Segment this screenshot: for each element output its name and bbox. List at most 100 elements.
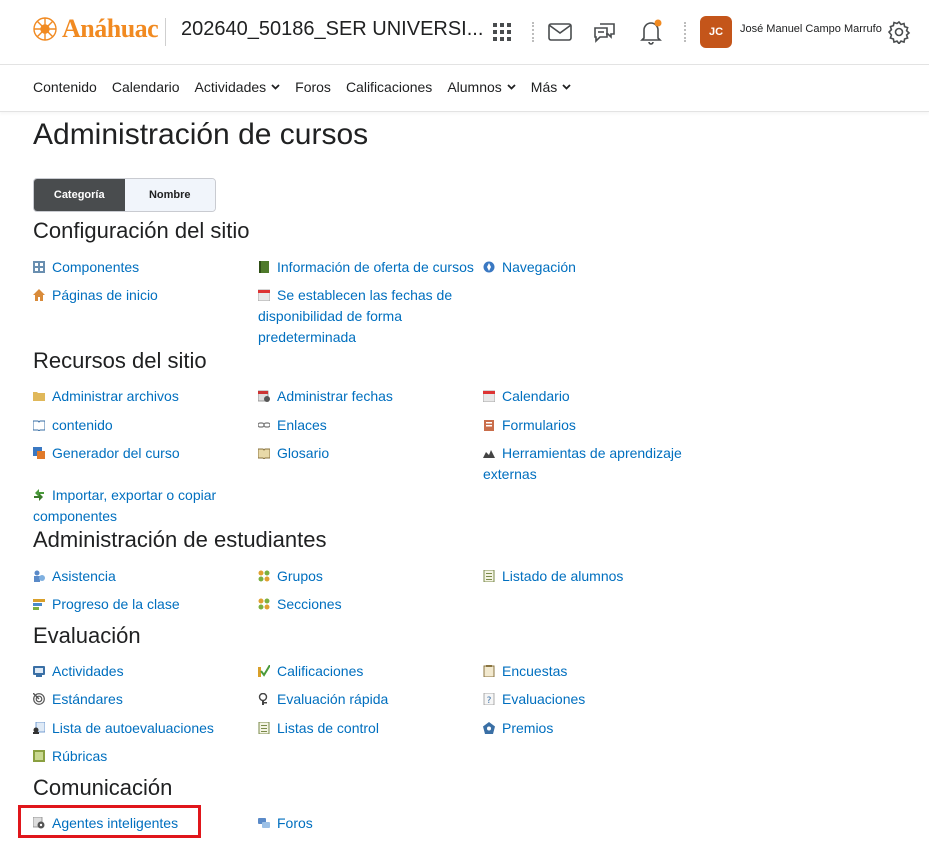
nav-item-actividades[interactable]: Actividades	[195, 79, 281, 95]
calendar-icon	[258, 289, 270, 301]
tool-listado-alumnos[interactable]: Listado de alumnos	[483, 566, 708, 587]
grid-icon[interactable]	[488, 18, 516, 46]
tool-enlaces[interactable]: Enlaces	[258, 415, 483, 436]
anahuac-logo[interactable]: Anáhuac	[32, 14, 159, 44]
tool-label: Actividades	[52, 663, 124, 679]
bell-icon[interactable]	[637, 18, 665, 46]
tool-label: Secciones	[277, 596, 342, 612]
calendar-gear-icon	[258, 390, 270, 402]
tool-secciones[interactable]: Secciones	[258, 594, 483, 615]
nav-label: Foros	[295, 79, 331, 95]
sections-icon	[258, 598, 270, 610]
tool-actividades[interactable]: Actividades	[33, 661, 258, 682]
checklist-icon	[258, 722, 270, 734]
tool-glosario[interactable]: Glosario	[258, 443, 483, 464]
tool-calificaciones[interactable]: Calificaciones	[258, 661, 483, 682]
tool-evaluaciones[interactable]: ? Evaluaciones	[483, 689, 708, 710]
tool-label: Calificaciones	[277, 663, 364, 679]
tool-premios[interactable]: Premios	[483, 718, 708, 739]
tool-progreso-clase[interactable]: Progreso de la clase	[33, 594, 258, 615]
view-toggle: Categoría Nombre	[33, 178, 216, 212]
chevron-down-icon	[562, 84, 571, 90]
tool-asistencia[interactable]: Asistencia	[33, 566, 258, 587]
nav-label: Más	[530, 79, 558, 95]
tool-administrar-archivos[interactable]: Administrar archivos	[33, 386, 258, 407]
header-separator	[532, 22, 536, 42]
section-title-communication: Comunicación	[33, 775, 173, 800]
avatar[interactable]: JC	[700, 16, 732, 48]
tool-label: Listado de alumnos	[502, 568, 624, 584]
tool-label: Listas de control	[277, 720, 379, 736]
nav-label: Alumnos	[447, 79, 502, 95]
award-icon	[483, 722, 495, 734]
tool-label: Foros	[277, 815, 313, 831]
tool-paginas-inicio[interactable]: Páginas de inicio	[33, 285, 258, 306]
mail-icon[interactable]	[546, 18, 574, 46]
tool-label: Se establecen las fechas de disponibilid…	[258, 287, 453, 345]
tool-administrar-fechas[interactable]: Administrar fechas	[258, 386, 483, 407]
section-title-evaluation: Evaluación	[33, 623, 141, 648]
attendance-icon	[34, 570, 45, 582]
tool-label: Enlaces	[277, 417, 327, 433]
nav-item-calendario[interactable]: Calendario	[112, 79, 180, 95]
svg-text:?: ?	[487, 696, 492, 705]
gear-icon[interactable]	[885, 18, 913, 46]
tool-grupos[interactable]: Grupos	[258, 566, 483, 587]
grades-icon	[258, 665, 270, 677]
tool-herramientas-externas[interactable]: Herramientas de aprendizaje externas	[483, 443, 708, 485]
nav-label: Calendario	[111, 79, 180, 95]
nav-item-calificaciones[interactable]: Calificaciones	[346, 79, 432, 95]
chat-icon[interactable]	[591, 18, 619, 46]
logo-text: Anáhuac	[62, 14, 159, 43]
tool-label: Encuestas	[502, 663, 568, 679]
nav-label: Actividades	[194, 79, 267, 95]
external-tools-icon	[483, 450, 495, 458]
tool-lista-autoevaluaciones[interactable]: Lista de autoevaluaciones	[33, 718, 258, 739]
tool-foros[interactable]: Foros	[258, 813, 483, 834]
tool-listas-control[interactable]: Listas de control	[258, 718, 483, 739]
tool-label: Lista de autoevaluaciones	[52, 720, 214, 736]
standards-icon	[33, 693, 45, 705]
self-assess-icon	[33, 722, 45, 734]
tool-contenido[interactable]: contenido	[33, 415, 258, 436]
top-header: Anáhuac 202640_50186_SER UNIVERSI... JC …	[0, 0, 929, 65]
tool-generador-curso[interactable]: Generador del curso	[33, 443, 258, 464]
builder-icon	[33, 447, 45, 459]
tool-calendario[interactable]: Calendario	[483, 386, 708, 407]
user-name[interactable]: José Manuel Campo Marrufo	[740, 23, 882, 35]
nav-label: Calificaciones	[345, 79, 433, 95]
toggle-nombre[interactable]: Nombre	[124, 179, 215, 211]
quick-eval-icon	[258, 693, 268, 705]
tool-label: Asistencia	[52, 568, 116, 584]
nav-item-foros[interactable]: Foros	[295, 79, 331, 95]
nav-item-contenido[interactable]: Contenido	[33, 79, 97, 95]
nav-item-mas[interactable]: Más	[531, 79, 571, 95]
rubric-icon	[33, 750, 45, 762]
tool-label: Páginas de inicio	[52, 287, 158, 303]
toggle-categoria[interactable]: Categoría	[34, 179, 125, 211]
tool-rubricas[interactable]: Rúbricas	[33, 746, 258, 767]
tool-encuestas[interactable]: Encuestas	[483, 661, 708, 682]
tool-label: Administrar archivos	[52, 388, 179, 404]
tool-label: Glosario	[277, 445, 330, 461]
open-book-icon	[33, 420, 45, 431]
book-icon	[259, 261, 269, 273]
nav-item-alumnos[interactable]: Alumnos	[447, 79, 516, 95]
tool-importar-exportar[interactable]: Importar, exportar o copiar componentes	[33, 485, 258, 527]
tool-navegacion[interactable]: Navegación	[483, 257, 708, 278]
chevron-down-icon	[271, 84, 280, 90]
progress-icon	[33, 599, 45, 610]
course-title[interactable]: 202640_50186_SER UNIVERSI...	[181, 18, 483, 41]
section-title-students: Administración de estudiantes	[33, 527, 327, 552]
tool-evaluacion-rapida[interactable]: Evaluación rápida	[258, 689, 483, 710]
tool-formularios[interactable]: Formularios	[483, 415, 708, 436]
chevron-down-icon	[507, 84, 516, 90]
tool-componentes[interactable]: Componentes	[33, 257, 258, 278]
tool-informacion-oferta[interactable]: Información de oferta de cursos	[258, 257, 483, 278]
tool-label: Evaluación rápida	[277, 691, 389, 707]
tool-label: Componentes	[52, 259, 140, 275]
tool-estandares[interactable]: Estándares	[33, 689, 258, 710]
course-navbar: Contenido Calendario Actividades Foros C…	[0, 65, 929, 112]
tool-fechas-disponibilidad[interactable]: Se establecen las fechas de disponibilid…	[258, 285, 483, 348]
tool-label: Navegación	[502, 259, 576, 275]
